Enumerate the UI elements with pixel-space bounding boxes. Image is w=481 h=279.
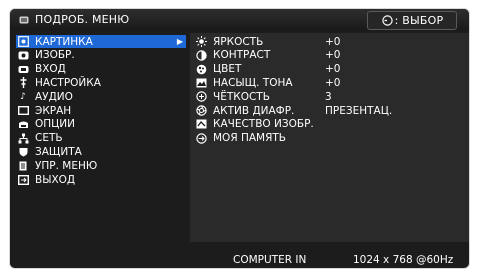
sidebar-item-image[interactable]: ИЗОБР. [16,49,186,62]
sidebar-item-label: УПР. МЕНЮ [35,159,98,172]
input-icon [16,65,30,74]
sidebar-item-label: ЭКРАН [35,104,72,117]
sidebar-item-label: АУДИО [35,90,73,103]
sidebar-item-input[interactable]: ВХОД [16,63,186,76]
screen-icon [16,106,30,115]
menu-header: ПОДРОБ. МЕНЮ : ВЫБОР [10,9,469,30]
sidebar-item-screen[interactable]: ЭКРАН [16,104,186,117]
tint-icon [194,78,208,88]
submenu-arrow-icon: ▶ [176,37,183,46]
setting-label: МОЯ ПАМЯТЬ [213,132,287,145]
setting-value: +0 [325,76,341,89]
setting-sharpness[interactable]: ЧЁТКОСТЬ 3 [190,90,469,103]
sidebar-item-audio[interactable]: ♪ АУДИО [16,90,186,103]
setting-label: ЧЁТКОСТЬ [213,90,270,103]
sidebar-item-label: ВЫХОД [35,173,76,186]
sidebar-item-setup[interactable]: НАСТРОЙКА [16,76,186,89]
setting-label: ЦВЕТ [213,63,242,76]
sidebar-item-label: СЕТЬ [35,132,63,145]
setting-value: 3 [325,90,332,103]
select-button-icon [381,15,394,26]
image-quality-icon [194,119,208,129]
options-icon [16,120,30,129]
sidebar-item-label: НАСТРОЙКА [35,76,101,89]
setting-value: ПРЕЗЕНТАЦ. [325,104,393,117]
sidebar-item-label: КАРТИНКА [35,35,93,48]
brightness-icon [194,36,208,47]
page-title: ПОДРОБ. МЕНЮ [35,13,130,26]
active-iris-icon [194,105,208,116]
signal-resolution: 1024 x 768 @60Hz [353,254,454,266]
setting-tint[interactable]: НАСЫЩ. ТОНА +0 [190,76,469,89]
setting-value: +0 [325,49,341,62]
sidebar-item-picture[interactable]: КАРТИНКА ▶ [16,35,186,48]
setting-color[interactable]: ЦВЕТ +0 [190,63,469,76]
menu-control-icon [16,161,30,171]
sidebar-item-label: ОПЦИИ [35,118,76,131]
select-hint: : ВЫБОР [367,11,457,30]
network-icon [16,133,30,144]
setting-value: +0 [325,63,341,76]
picture-settings-panel: ЯРКОСТЬ +0 КОНТРАСТ +0 ЦВЕТ +0 НАСЫЩ. ТО… [190,33,469,242]
input-source-label: COMPUTER IN [233,254,307,266]
setting-image-quality[interactable]: КАЧЕСТВО ИЗОБР. [190,118,469,131]
setting-active-iris[interactable]: АКТИВ ДИАФР. ПРЕЗЕНТАЦ. [190,104,469,117]
menu-icon [19,16,29,24]
color-icon [194,64,208,75]
picture-icon [16,36,30,47]
sidebar-item-label: ЗАЩИТА [35,145,82,158]
setting-label: КОНТРАСТ [213,49,271,62]
contrast-icon [194,50,208,61]
sidebar-item-options[interactable]: ОПЦИИ [16,118,186,131]
projector-osd-menu: ПОДРОБ. МЕНЮ : ВЫБОР КАРТИНКА ▶ ИЗОБР. В… [10,9,469,268]
sidebar-item-menu-control[interactable]: УПР. МЕНЮ [16,159,186,172]
setting-contrast[interactable]: КОНТРАСТ +0 [190,49,469,62]
sidebar-item-security[interactable]: ЗАЩИТА [16,145,186,158]
security-icon [16,147,30,157]
setting-value: +0 [325,35,341,48]
sharpness-icon [194,91,208,102]
menu-title-area: ПОДРОБ. МЕНЮ [10,9,256,30]
sidebar-item-label: ВХОД [35,63,66,76]
sidebar-menu: КАРТИНКА ▶ ИЗОБР. ВХОД НАСТРОЙКА ♪ АУДИО [10,33,188,268]
sidebar-item-exit[interactable]: ВЫХОД [16,173,186,186]
select-hint-label: : ВЫБОР [394,14,444,27]
sidebar-item-label: ИЗОБР. [35,49,75,62]
status-footer: COMPUTER IN 1024 x 768 @60Hz [190,252,469,268]
setup-icon [16,77,30,89]
my-memory-icon [194,132,208,144]
setting-label: ЯРКОСТЬ [213,35,264,48]
audio-icon: ♪ [20,91,26,102]
exit-icon [16,174,30,185]
sidebar-item-network[interactable]: СЕТЬ [16,132,186,145]
setting-label: НАСЫЩ. ТОНА [213,76,293,89]
setting-label: КАЧЕСТВО ИЗОБР. [213,118,314,131]
setting-label: АКТИВ ДИАФР. [213,104,295,117]
setting-my-memory[interactable]: МОЯ ПАМЯТЬ [190,132,469,145]
image-icon [16,51,30,60]
setting-brightness[interactable]: ЯРКОСТЬ +0 [190,35,469,48]
